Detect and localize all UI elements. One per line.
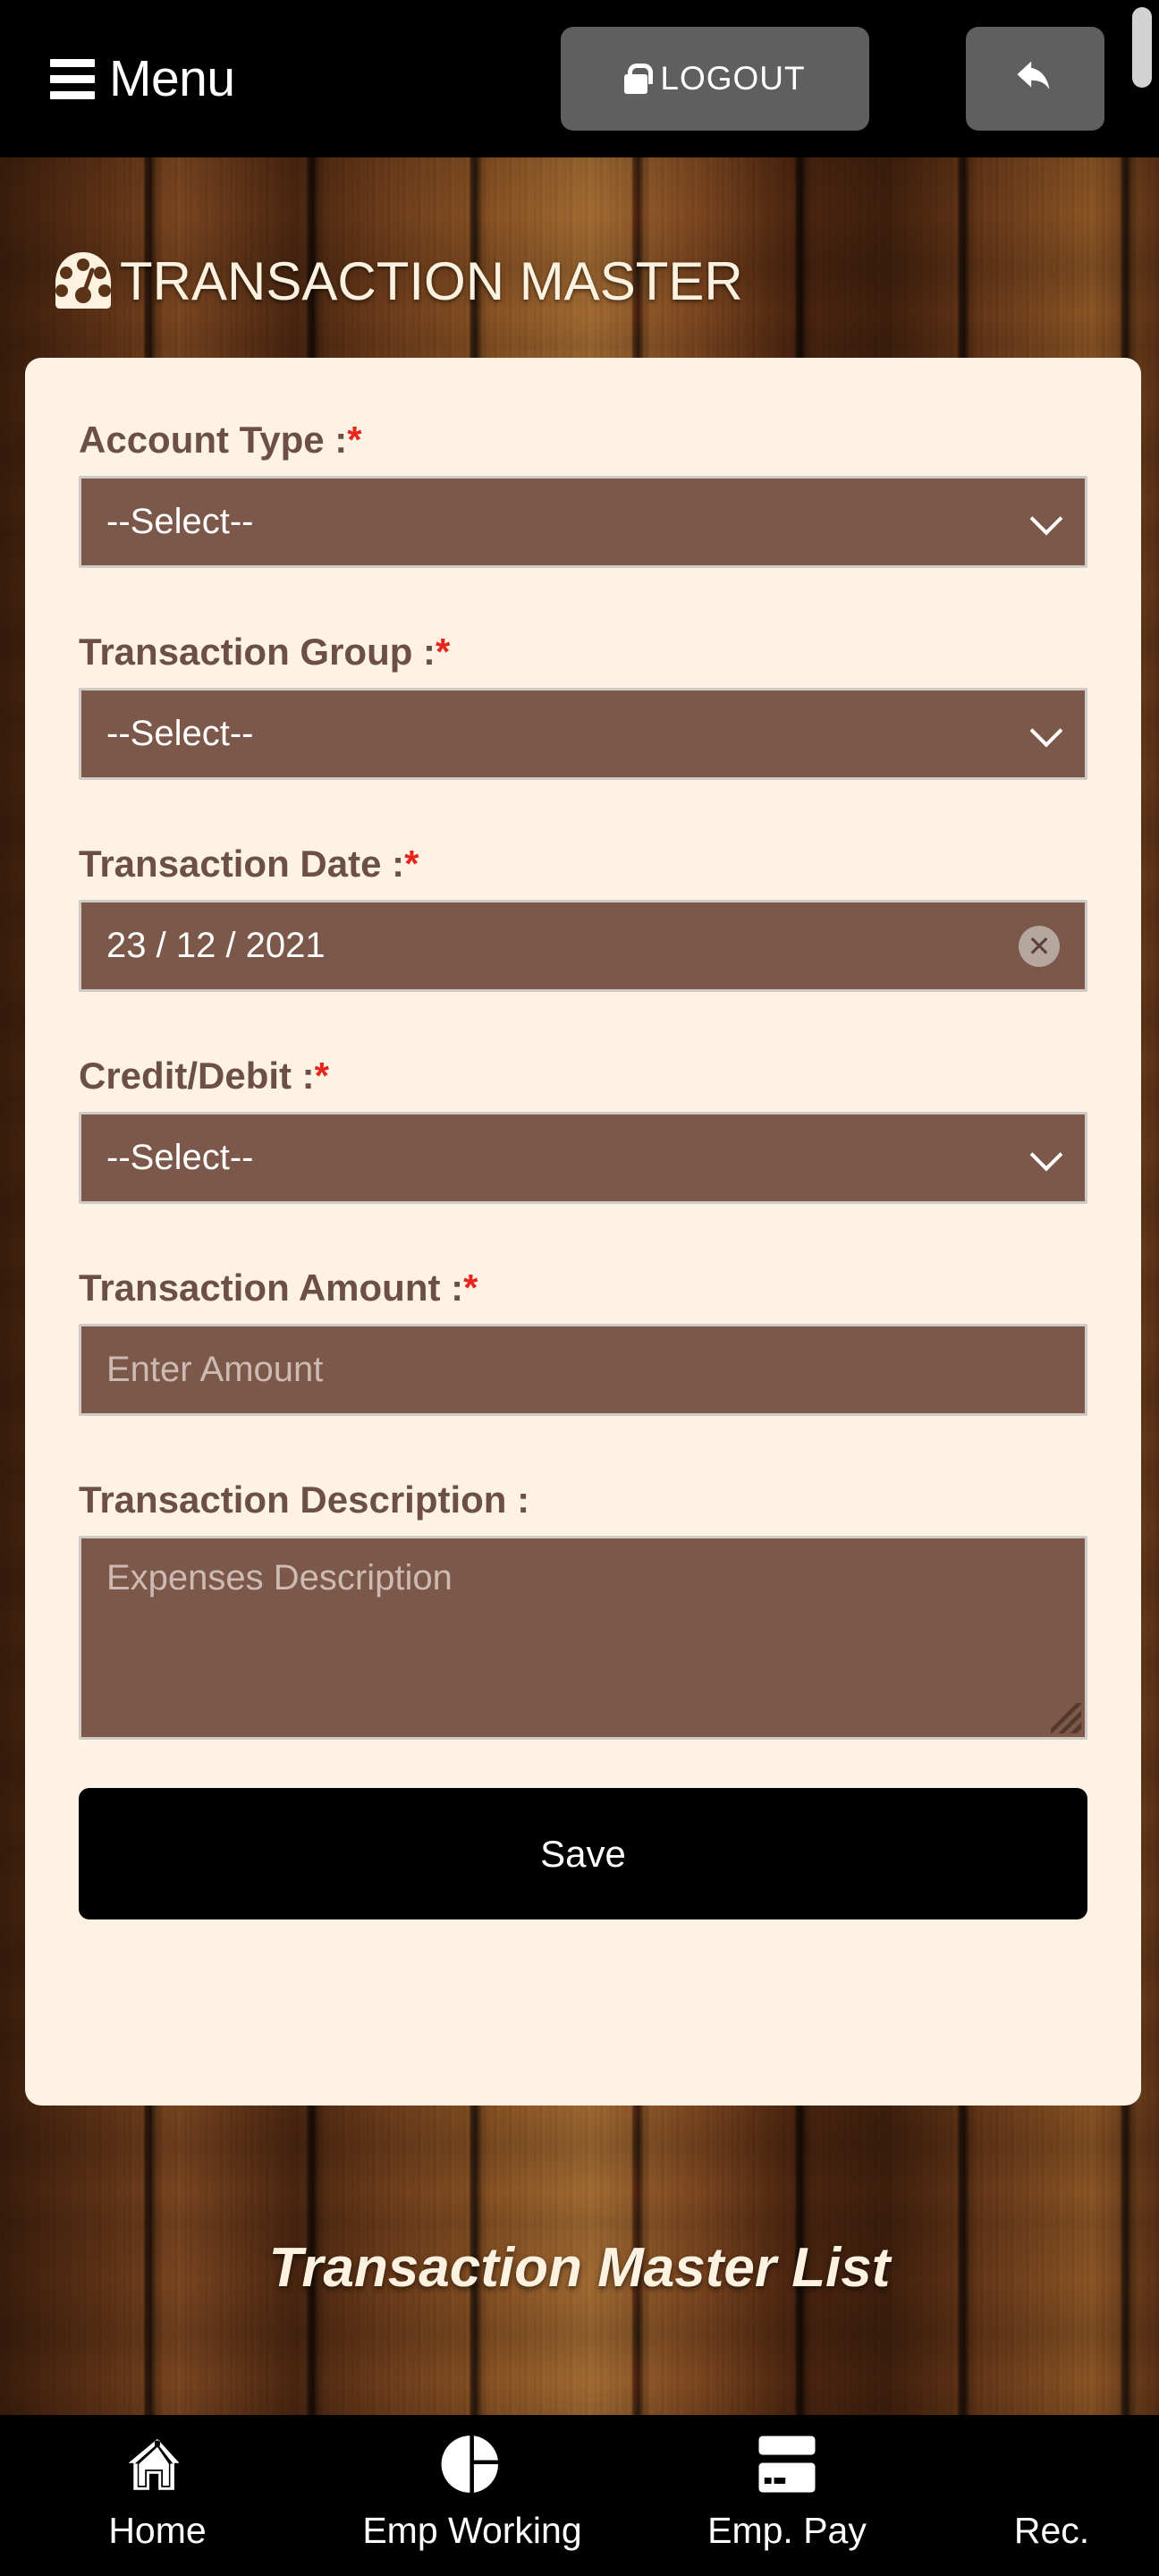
field-transaction-amount: Transaction Amount :* Enter Amount [79, 1267, 1087, 1416]
field-transaction-description: Transaction Description : Expenses Descr… [79, 1479, 1087, 1740]
label-transaction-group: Transaction Group :* [79, 631, 1087, 674]
hamburger-icon [50, 58, 95, 99]
chevron-down-icon [1029, 1138, 1063, 1171]
chevron-down-icon [1029, 502, 1063, 535]
select-transaction-group[interactable]: --Select-- [79, 688, 1087, 780]
back-button[interactable] [966, 27, 1104, 131]
required-asterisk: * [347, 419, 362, 461]
nav-label-emp-pay: Emp. Pay [707, 2510, 867, 2551]
select-account-type-value: --Select-- [106, 502, 254, 541]
textarea-resize-handle[interactable] [1051, 1703, 1081, 1733]
nav-item-emp-working[interactable]: Emp Working [315, 2431, 630, 2552]
home-icon [125, 2431, 190, 2497]
nav-label-emp-working: Emp Working [362, 2510, 582, 2551]
field-transaction-group: Transaction Group :* --Select-- [79, 631, 1087, 780]
field-transaction-date: Transaction Date :* 23 / 12 / 2021 ✕ [79, 843, 1087, 992]
input-transaction-amount[interactable]: Enter Amount [79, 1324, 1087, 1416]
select-account-type[interactable]: --Select-- [79, 476, 1087, 568]
lock-icon [624, 64, 654, 94]
label-transaction-amount-text: Transaction Amount : [79, 1267, 464, 1309]
page-title-row: TRANSACTION MASTER [52, 249, 743, 313]
field-credit-debit: Credit/Debit :* --Select-- [79, 1055, 1087, 1204]
input-transaction-date[interactable]: 23 / 12 / 2021 ✕ [79, 900, 1087, 992]
nav-item-emp-pay[interactable]: Emp. Pay [630, 2431, 944, 2552]
label-transaction-amount: Transaction Amount :* [79, 1267, 1087, 1309]
label-credit-debit: Credit/Debit :* [79, 1055, 1087, 1097]
label-account-type: Account Type :* [79, 419, 1087, 462]
label-transaction-date-text: Transaction Date : [79, 843, 405, 885]
nav-label-rec: Rec. [1013, 2510, 1090, 2551]
required-asterisk: * [314, 1055, 330, 1097]
select-credit-debit-value: --Select-- [106, 1138, 254, 1177]
save-button[interactable]: Save [79, 1788, 1087, 1919]
reply-arrow-icon [1016, 61, 1049, 90]
label-transaction-description-text: Transaction Description : [79, 1479, 530, 1521]
bottom-navigation-bar: Home Emp Working Emp. Pay Rec. [0, 2415, 1159, 2576]
nav-label-home: Home [108, 2510, 207, 2551]
label-transaction-date: Transaction Date :* [79, 843, 1087, 886]
required-asterisk: * [463, 1267, 478, 1309]
vertical-scrollbar-thumb[interactable] [1132, 7, 1152, 88]
menu-button[interactable]: Menu [50, 0, 235, 157]
pie-chart-icon [437, 2431, 507, 2497]
label-account-type-text: Account Type : [79, 419, 348, 461]
clear-date-icon[interactable]: ✕ [1019, 925, 1060, 967]
label-transaction-group-text: Transaction Group : [79, 631, 436, 673]
transaction-form-card: Account Type :* --Select-- Transaction G… [25, 358, 1141, 2106]
select-credit-debit[interactable]: --Select-- [79, 1112, 1087, 1204]
clear-glyph: ✕ [1027, 929, 1052, 962]
transaction-date-value: 23 / 12 / 2021 [106, 926, 326, 965]
menu-label: Menu [109, 49, 235, 107]
logout-label: LOGOUT [660, 60, 806, 97]
transaction-amount-placeholder: Enter Amount [106, 1350, 324, 1389]
label-transaction-description: Transaction Description : [79, 1479, 1087, 1521]
top-bar: Menu LOGOUT [0, 0, 1159, 157]
nav-item-rec[interactable]: Rec. [944, 2431, 1159, 2552]
field-account-type: Account Type :* --Select-- [79, 419, 1087, 568]
transaction-master-list-heading: Transaction Master List [268, 2237, 891, 2299]
required-asterisk: * [436, 631, 451, 673]
label-credit-debit-text: Credit/Debit : [79, 1055, 315, 1097]
chevron-down-icon [1029, 714, 1063, 747]
transaction-description-placeholder: Expenses Description [106, 1558, 453, 1597]
logout-button[interactable]: LOGOUT [561, 27, 869, 131]
tachometer-icon [55, 252, 111, 309]
required-asterisk: * [404, 843, 419, 885]
nav-item-home[interactable]: Home [0, 2431, 315, 2552]
textarea-transaction-description[interactable]: Expenses Description [79, 1536, 1087, 1740]
select-transaction-group-value: --Select-- [106, 714, 254, 753]
page-title: TRANSACTION MASTER [120, 250, 743, 311]
credit-card-icon [752, 2431, 822, 2497]
